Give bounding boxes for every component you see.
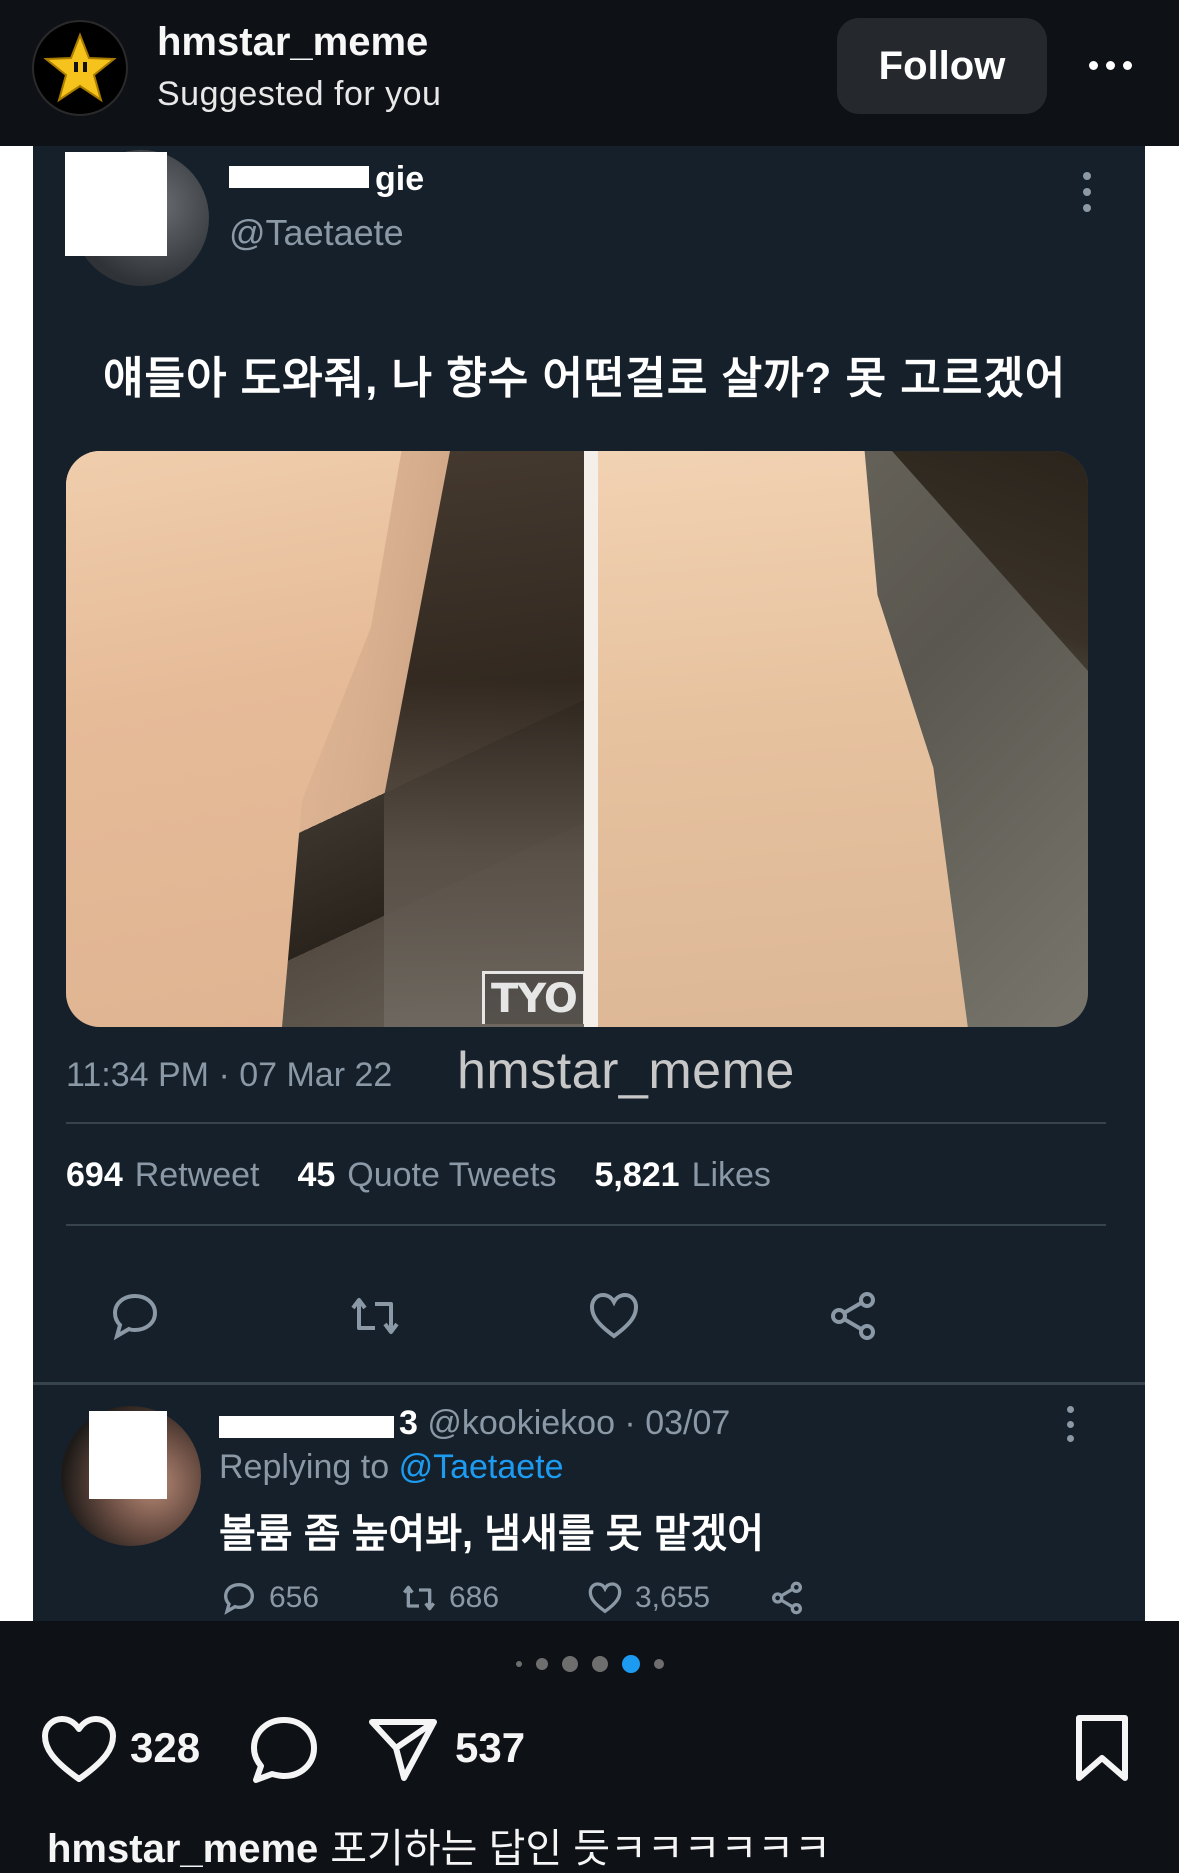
photo-wrist xyxy=(598,451,968,1027)
kebab-dot xyxy=(1066,1435,1074,1442)
reply-action-bar: 656 686 3,655 xyxy=(219,1578,1119,1621)
bookmark-icon[interactable] xyxy=(1074,1714,1130,1784)
like-count: 3,655 xyxy=(635,1581,711,1614)
kebab-dot xyxy=(1066,1406,1074,1413)
share-icon xyxy=(772,1581,802,1615)
reply-retweets: 686 xyxy=(399,1578,499,1618)
replying-to: Replying to @Taetaete xyxy=(219,1448,564,1487)
stat-quote-tweets: 45 Quote Tweets xyxy=(297,1156,557,1194)
kebab-dot xyxy=(1083,172,1091,180)
like-count[interactable]: 328 xyxy=(130,1724,200,1772)
post-header: hmstar_meme Suggested for you Follow xyxy=(0,0,1179,146)
tweet-author-name-text: gie xyxy=(375,160,425,198)
caption-text: 포기하는 답인 듯ㅋㅋㅋㅋㅋㅋ xyxy=(330,1827,831,1871)
tweet-text: 얘들아 도와줘, 나 향수 어떤걸로 살까? 못 고르겠어 xyxy=(103,354,1067,403)
reply-icon xyxy=(223,1582,255,1615)
post-username[interactable]: hmstar_meme xyxy=(157,20,428,65)
reply-icon xyxy=(112,1293,158,1341)
kebab-dot xyxy=(1083,188,1091,196)
stat-retweets: 694 Retweet xyxy=(66,1156,260,1194)
comment-icon[interactable] xyxy=(248,1714,320,1786)
suggested-label: Suggested for you xyxy=(157,75,442,113)
reply-text: 볼륨 좀 높여봐, 냄새를 못 맡겠어 xyxy=(219,1512,765,1556)
reply-count: 656 xyxy=(269,1581,320,1614)
carousel-indicator[interactable] xyxy=(0,1655,1179,1673)
stat-likes: 5,821 Likes xyxy=(594,1156,771,1194)
carousel-dot xyxy=(591,1656,608,1672)
share-icon xyxy=(831,1292,875,1340)
divider xyxy=(66,1122,1106,1124)
carousel-dot-active xyxy=(621,1655,640,1673)
redaction-box xyxy=(65,152,167,256)
post-media[interactable]: gie @Taetaete 얘들아 도와줘, 나 향수 어떤걸로 살까? 못 고… xyxy=(0,146,1179,1621)
like-icon xyxy=(589,1292,639,1339)
reply-share xyxy=(767,1578,807,1618)
tweet-more-icon xyxy=(1080,172,1094,212)
photo-background xyxy=(384,451,584,1027)
reply-likes: 3,655 xyxy=(585,1578,710,1618)
post-caption: hmstar_meme 포기하는 답인 듯ㅋㅋㅋㅋㅋㅋ xyxy=(47,1816,831,1873)
tweet-screenshot: gie @Taetaete 얘들아 도와줘, 나 향수 어떤걸로 살까? 못 고… xyxy=(33,146,1145,1621)
more-options-icon[interactable] xyxy=(1080,40,1140,90)
heart-icon[interactable] xyxy=(40,1715,118,1785)
name-redaction xyxy=(219,1416,394,1438)
wrist-photo-right xyxy=(598,451,1088,1027)
retweet-icon xyxy=(403,1585,435,1611)
reply-replies: 656 xyxy=(219,1578,319,1618)
wrist-photo-left: TYO xyxy=(66,451,584,1027)
post-action-bar: 328 537 xyxy=(0,1710,1179,1790)
kebab-dot xyxy=(1066,1420,1074,1428)
reply-more-icon xyxy=(1063,1406,1077,1442)
tweet-stats: 694 Retweet 45 Quote Tweets 5,821 Likes xyxy=(66,1156,771,1195)
reply-header: 3 @kookiekoo · 03/07 xyxy=(399,1404,730,1443)
carousel-dot xyxy=(653,1659,664,1669)
name-redaction xyxy=(229,166,369,188)
photo-watermark: TYO xyxy=(482,971,584,1024)
more-dot xyxy=(1088,60,1098,70)
caption-username[interactable]: hmstar_meme xyxy=(47,1827,318,1871)
divider xyxy=(66,1224,1106,1226)
retweet-icon xyxy=(351,1298,399,1334)
star-icon xyxy=(43,32,117,103)
replying-to-mention: @Taetaete xyxy=(398,1448,564,1486)
carousel-dot xyxy=(561,1656,578,1672)
profile-avatar[interactable] xyxy=(32,20,128,116)
share-send-icon[interactable] xyxy=(368,1716,438,1782)
tweet-timestamp: 11:34 PM · 07 Mar 22 xyxy=(66,1056,393,1094)
follow-button[interactable]: Follow xyxy=(837,18,1047,114)
tweet-author-handle: @Taetaete xyxy=(229,212,404,253)
tweet-photos: TYO xyxy=(66,451,1088,1027)
redaction-box xyxy=(89,1411,167,1499)
carousel-dot xyxy=(515,1661,522,1667)
tweet-action-bar xyxy=(33,1286,1145,1346)
share-count[interactable]: 537 xyxy=(455,1724,525,1772)
more-dot xyxy=(1105,60,1115,70)
divider xyxy=(33,1382,1145,1385)
reply-name-suffix: 3 xyxy=(399,1404,418,1442)
overlay-watermark: hmstar_meme xyxy=(457,1042,795,1100)
kebab-dot xyxy=(1083,204,1091,212)
more-dot xyxy=(1122,60,1132,70)
reply-handle-date: @kookiekoo · 03/07 xyxy=(427,1404,731,1442)
replying-to-label: Replying to xyxy=(219,1448,390,1486)
like-icon xyxy=(588,1582,622,1614)
photo-divider xyxy=(584,451,598,1027)
carousel-dot xyxy=(535,1658,548,1670)
retweet-count: 686 xyxy=(449,1581,500,1614)
